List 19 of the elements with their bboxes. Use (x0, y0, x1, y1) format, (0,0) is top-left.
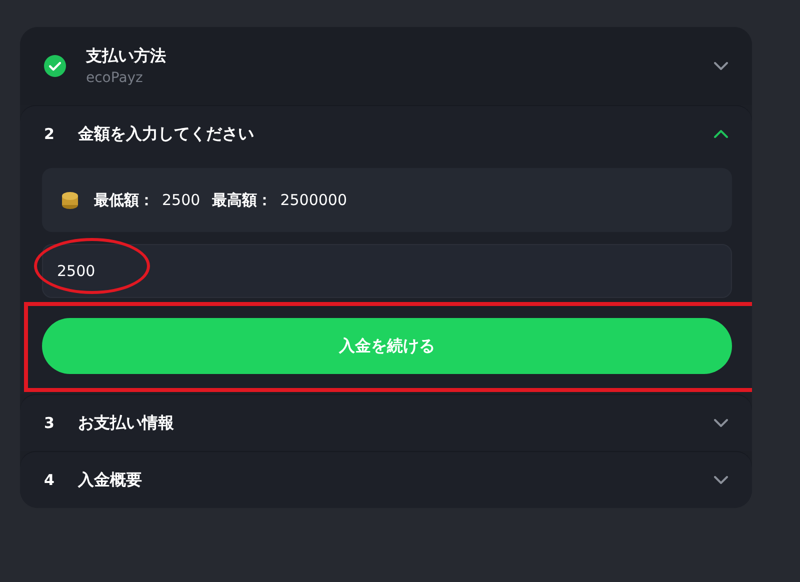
chevron-down-icon[interactable] (714, 476, 728, 484)
step-title[interactable]: お支払い情報 (78, 412, 694, 434)
step-title[interactable]: 入金概要 (78, 470, 694, 490)
amount-field[interactable]: 2500 (42, 244, 732, 298)
step-title[interactable]: 金額を入力してください (78, 124, 694, 144)
chevron-down-icon[interactable] (714, 62, 728, 70)
step-subtitle: ecoPayz (86, 70, 144, 86)
step-number: 3 (44, 414, 56, 432)
limit-label: 最低額： (94, 190, 154, 210)
limit-label: 最高額： (212, 190, 272, 210)
limit-value: 2500 (162, 191, 200, 209)
step-number: 2 (44, 125, 56, 143)
step-number: 4 (44, 471, 56, 489)
chevron-up-icon[interactable] (714, 130, 728, 138)
limit-value: 2500000 (280, 191, 347, 209)
chevron-down-icon[interactable] (714, 419, 728, 427)
coins-icon (60, 190, 80, 210)
step-title[interactable]: 支払い方法 (86, 46, 694, 67)
check-icon (44, 55, 66, 77)
